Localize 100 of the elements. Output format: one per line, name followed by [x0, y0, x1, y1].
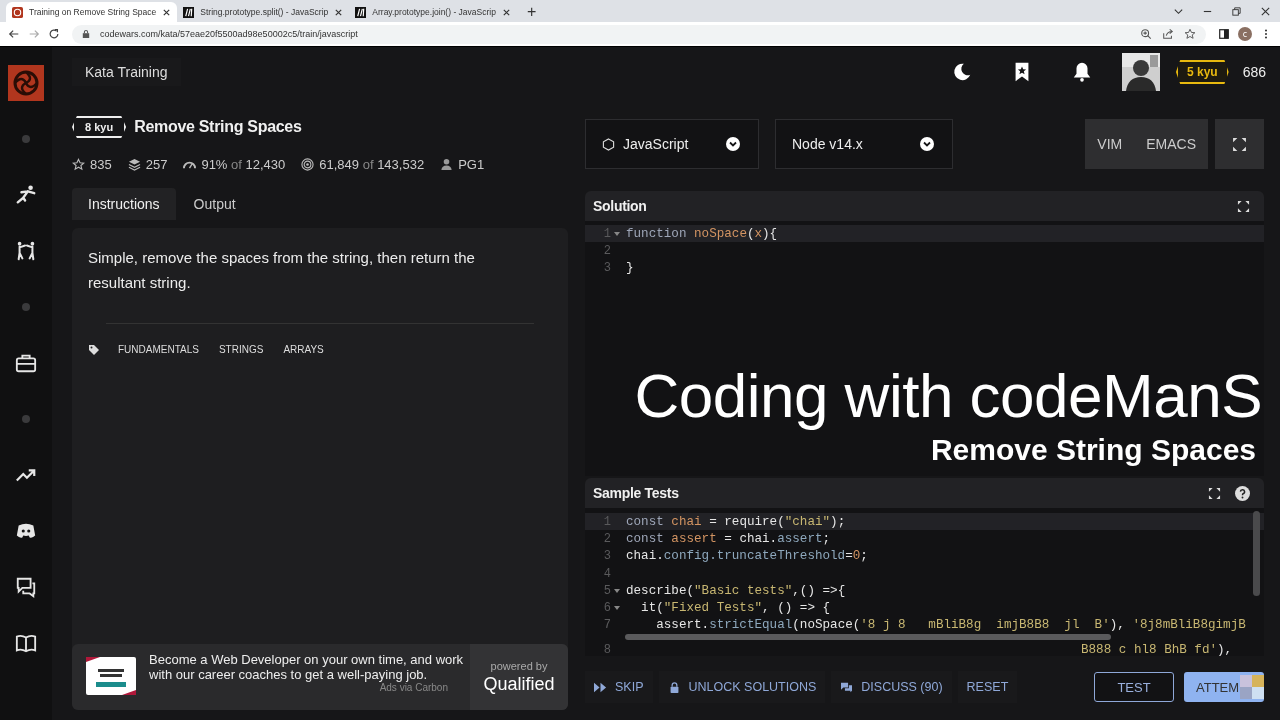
briefcase-icon[interactable]	[15, 352, 37, 374]
tag-icon	[88, 343, 100, 356]
expand-icon[interactable]	[1208, 486, 1221, 500]
code-line: }	[626, 261, 634, 276]
logo-icon[interactable]	[8, 65, 44, 101]
chat-bubbles-icon[interactable]	[15, 576, 37, 598]
line-number: 2	[602, 243, 611, 258]
close-icon[interactable]	[334, 7, 344, 17]
lock-icon[interactable]	[82, 29, 90, 39]
line-number: 3	[602, 261, 611, 276]
dot-icon	[22, 415, 30, 423]
layers-icon	[127, 158, 141, 171]
scrollbar[interactable]	[625, 634, 1111, 641]
chevron-down-icon	[920, 137, 934, 151]
profile-avatar[interactable]: c	[1238, 27, 1252, 41]
panel-title: Sample Tests	[593, 485, 680, 501]
restore-icon[interactable]	[1231, 6, 1242, 17]
powered-by-label: powered by	[490, 659, 548, 672]
ad-text[interactable]: Become a Web Developer on your own time, and work with our career coaches to get a well-paying job.	[149, 652, 464, 682]
version-select[interactable]: Node v14.x	[775, 119, 953, 169]
tab-search-icon[interactable]	[1173, 6, 1184, 17]
code-line: assert.strictEqual(noSpace('8 j 8 mBliB8g imjB8B8 jl B'), '8j8mBliB8gimjB	[655, 618, 1246, 633]
chevron-down-icon	[726, 137, 740, 151]
mdn-favicon-icon	[183, 6, 195, 18]
fold-icon[interactable]	[614, 230, 620, 237]
line-number: 3	[602, 549, 611, 564]
code-editor[interactable]	[585, 508, 1264, 656]
code-line: const chai = require("chai");	[626, 514, 846, 529]
code-line: function noSpace(x){	[626, 226, 778, 241]
code-line: chai.config.truncateThreshold=0;	[626, 549, 868, 564]
kicking-figure-icon[interactable]	[15, 184, 37, 206]
stat-value: PG1	[458, 157, 485, 172]
address-input[interactable]: codewars.com/kata/57eae20f5500ad98e50002c5/train/javascript	[100, 29, 1130, 39]
mdn-favicon-icon	[355, 6, 367, 18]
browser-tab[interactable]: Training on Remove String Space	[6, 2, 178, 22]
star-icon	[72, 158, 85, 171]
rank-badge[interactable]: 5 kyu	[1175, 60, 1229, 84]
test-button[interactable]: TEST	[1094, 672, 1174, 702]
tab-title: Array.prototype.join() - JavaScrip	[372, 7, 496, 17]
code-line: const assert = chai.assert;	[626, 531, 831, 546]
hexagon-icon	[602, 137, 615, 151]
expand-icon	[1232, 136, 1247, 152]
tab[interactable]: Output	[177, 188, 252, 220]
line-number: 5	[602, 583, 611, 598]
back-icon[interactable]	[8, 28, 20, 40]
target-icon	[301, 158, 315, 171]
mode-button[interactable]: VIM	[1085, 119, 1135, 169]
code-line: it("Fixed Tests", () => {	[640, 601, 831, 616]
close-icon[interactable]	[501, 7, 511, 17]
fold-icon[interactable]	[614, 605, 620, 612]
channel-logo-icon	[1240, 675, 1264, 699]
rank-badge: 8 kyu	[72, 116, 127, 138]
side-panel-icon[interactable]	[1218, 28, 1230, 40]
scrollbar[interactable]	[1253, 511, 1260, 596]
dot-icon	[22, 303, 30, 311]
video-title-overlay: Coding with codeManS	[634, 360, 1262, 432]
stat-value: 91% of 12,430	[201, 157, 286, 172]
ad-attribution[interactable]: Ads via Carbon	[379, 682, 448, 693]
tab-title: Training on Remove String Space	[29, 7, 157, 17]
browser-tab[interactable]: String.prototype.split() - JavaScrip	[177, 2, 350, 22]
close-icon[interactable]	[1260, 6, 1271, 17]
book-icon[interactable]	[15, 632, 37, 654]
zoom-icon[interactable]	[1140, 28, 1152, 40]
user-icon	[440, 158, 454, 171]
fold-icon[interactable]	[614, 587, 620, 594]
code-line: describe("Basic tests",() =>{	[626, 583, 846, 598]
sparring-figures-icon[interactable]	[15, 240, 37, 262]
line-number: 6	[602, 601, 611, 616]
line-number: 4	[602, 566, 611, 581]
description-text: Simple, remove the spaces from the string, then return the resultant string.	[88, 248, 476, 293]
new-tab-button[interactable]: +	[526, 3, 537, 21]
mode-button[interactable]: EMACS	[1134, 119, 1208, 169]
brand-logo-text[interactable]: Qualified	[483, 673, 555, 695]
expand-icon[interactable]	[1237, 199, 1250, 213]
language-select[interactable]: JavaScript	[585, 119, 759, 169]
help-icon[interactable]	[1235, 485, 1250, 501]
fast-forward-icon	[594, 681, 607, 693]
browser-tab[interactable]: Array.prototype.join() - JavaScrip	[349, 2, 517, 22]
stat-value: 835	[90, 157, 112, 172]
panel-title: Solution	[593, 198, 648, 214]
stat-value: 61,849 of 143,532	[319, 157, 425, 172]
reload-icon[interactable]	[48, 28, 60, 40]
star-icon[interactable]	[1184, 28, 1196, 40]
line-number: 8	[602, 642, 611, 656]
tab[interactable]: Instructions	[72, 188, 176, 220]
kata-title: Remove String Spaces	[134, 118, 302, 136]
close-icon[interactable]	[162, 7, 172, 17]
line-number: 7	[602, 618, 611, 633]
dot-icon	[22, 135, 30, 143]
line-number: 1	[602, 514, 611, 529]
honor-score: 686	[1242, 64, 1266, 80]
chat-bubbles-icon	[840, 681, 854, 693]
share-icon[interactable]	[1162, 28, 1174, 40]
line-number: 2	[602, 531, 611, 546]
stat-value: 257	[145, 157, 168, 172]
codewars-favicon-icon	[12, 6, 23, 18]
tab-title: String.prototype.split() - JavaScrip	[200, 7, 329, 17]
line-number: 1	[602, 226, 611, 241]
address-bar[interactable]: codewars.com/kata/57eae20f5500ad98e50002c5/train/javascript	[72, 24, 1206, 44]
code-line: B888 c hl8 BhB fd'),	[1081, 642, 1233, 656]
